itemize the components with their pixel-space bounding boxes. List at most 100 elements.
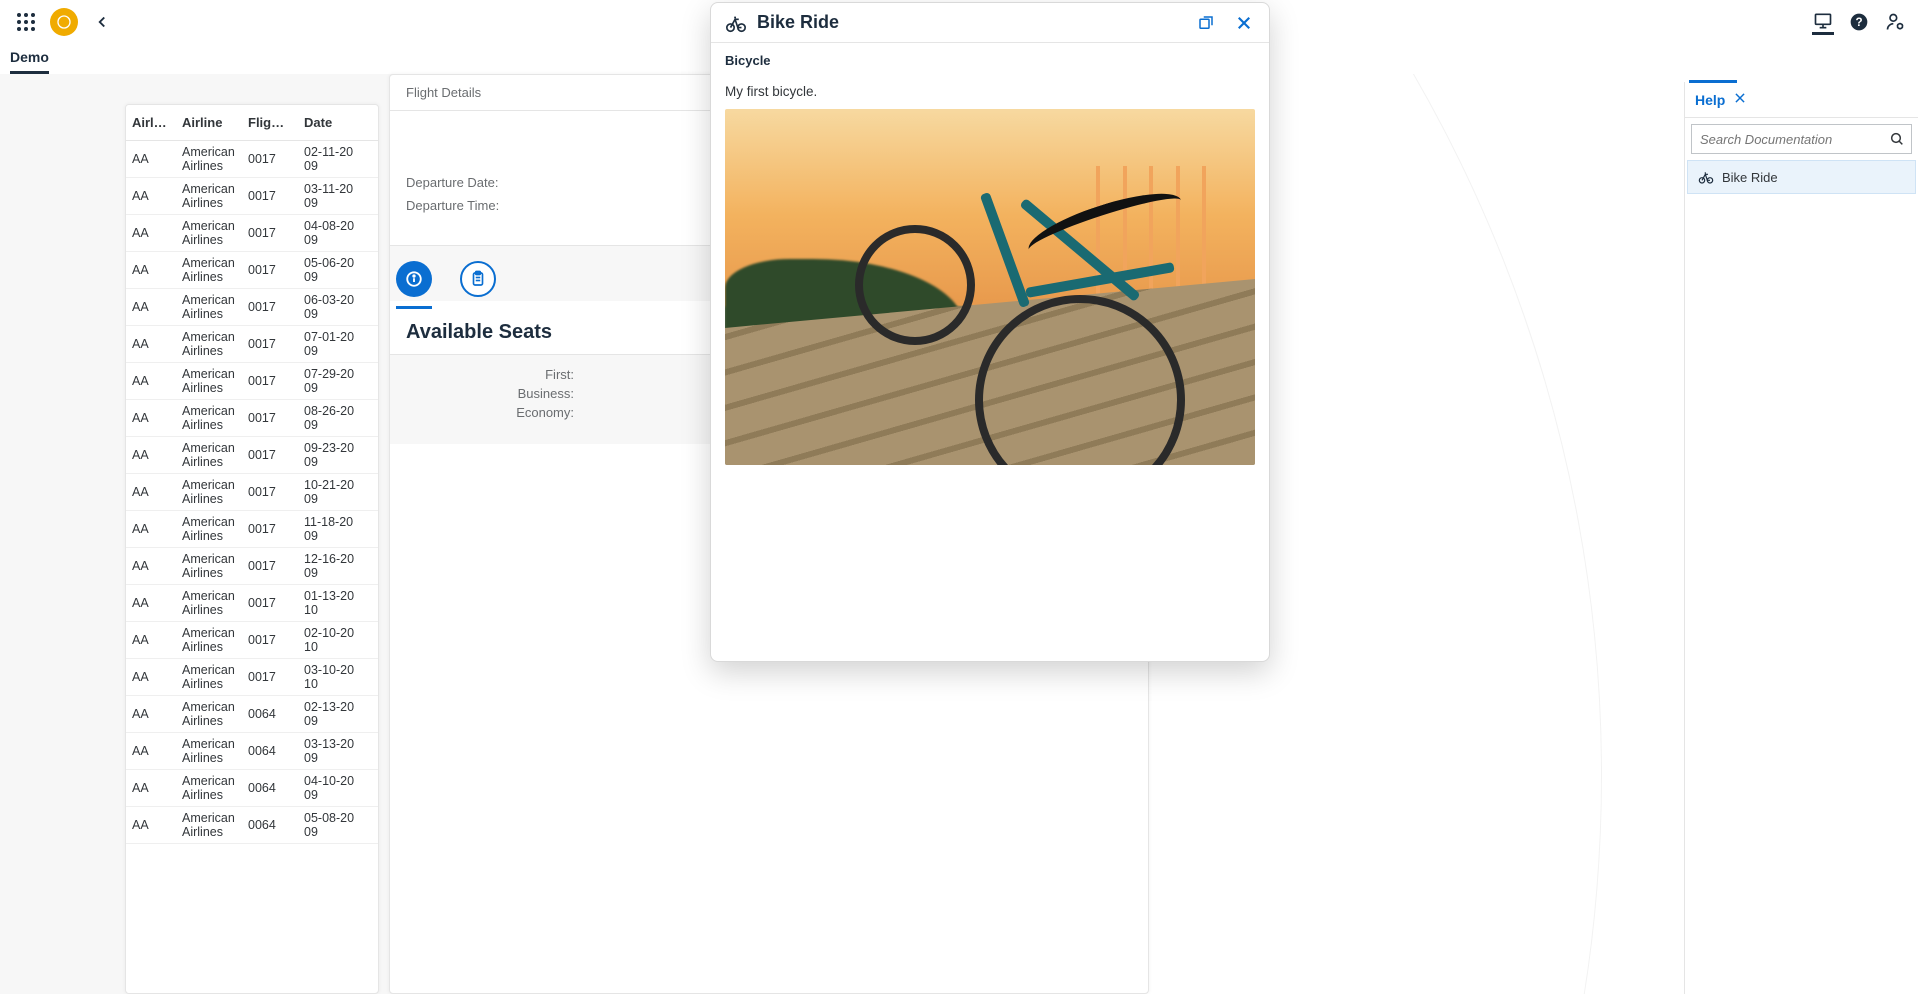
help-close-button[interactable] (1733, 91, 1747, 108)
table-cell: AA (126, 511, 176, 548)
help-search-input[interactable] (1700, 132, 1889, 147)
table-row[interactable]: AAAmerican Airlines001702-10-20 10 (126, 622, 378, 659)
help-result-label: Bike Ride (1722, 170, 1778, 185)
flights-table-card: Airline Airline Flight ... Date AAAmeric… (125, 104, 379, 994)
table-cell: AA (126, 474, 176, 511)
table-cell: 0017 (242, 178, 298, 215)
avatar[interactable] (50, 8, 78, 36)
close-icon (1733, 91, 1747, 105)
col-date[interactable]: Date (298, 105, 378, 141)
table-cell: AA (126, 141, 176, 178)
col-airline-code[interactable]: Airline (126, 105, 176, 141)
table-row[interactable]: AAAmerican Airlines001703-10-20 10 (126, 659, 378, 696)
col-airline-name[interactable]: Airline (176, 105, 242, 141)
table-row[interactable]: AAAmerican Airlines001712-16-20 09 (126, 548, 378, 585)
table-cell: AA (126, 215, 176, 252)
seat-first-label: First: (406, 367, 574, 382)
table-row[interactable]: AAAmerican Airlines001702-11-20 09 (126, 141, 378, 178)
table-cell: American Airlines (176, 770, 242, 807)
table-cell: 09-23-20 09 (298, 437, 378, 474)
table-row[interactable]: AAAmerican Airlines001704-08-20 09 (126, 215, 378, 252)
table-cell: AA (126, 326, 176, 363)
table-cell: 0017 (242, 289, 298, 326)
user-settings-button[interactable] (1884, 11, 1906, 33)
seat-business-label: Business: (406, 386, 574, 401)
table-cell: AA (126, 622, 176, 659)
table-cell: AA (126, 807, 176, 844)
table-cell: 07-29-20 09 (298, 363, 378, 400)
table-cell: American Airlines (176, 141, 242, 178)
table-cell: 0064 (242, 807, 298, 844)
table-cell: American Airlines (176, 252, 242, 289)
svg-text:?: ? (1855, 16, 1862, 29)
table-cell: American Airlines (176, 474, 242, 511)
user-gear-icon (1885, 12, 1905, 32)
table-cell: American Airlines (176, 511, 242, 548)
table-cell: American Airlines (176, 289, 242, 326)
bicycle-icon (725, 12, 747, 34)
table-cell: 0017 (242, 622, 298, 659)
table-row[interactable]: AAAmerican Airlines001705-06-20 09 (126, 252, 378, 289)
back-button[interactable] (88, 8, 116, 36)
table-row[interactable]: AAAmerican Airlines001709-23-20 09 (126, 437, 378, 474)
table-row[interactable]: AAAmerican Airlines001706-03-20 09 (126, 289, 378, 326)
table-cell: 0064 (242, 733, 298, 770)
help-popover: Bike Ride Bicycle My first bicycle. (710, 2, 1270, 662)
table-cell: AA (126, 437, 176, 474)
table-row[interactable]: AAAmerican Airlines001708-26-20 09 (126, 400, 378, 437)
flights-table: Airline Airline Flight ... Date AAAmeric… (126, 105, 378, 844)
table-row[interactable]: AAAmerican Airlines001703-11-20 09 (126, 178, 378, 215)
table-row[interactable]: AAAmerican Airlines006403-13-20 09 (126, 733, 378, 770)
table-cell: American Airlines (176, 548, 242, 585)
seat-economy-label: Economy: (406, 405, 574, 420)
help-result-bike-ride[interactable]: Bike Ride (1687, 160, 1916, 194)
table-row[interactable]: AAAmerican Airlines001711-18-20 09 (126, 511, 378, 548)
info-tab-button[interactable] (396, 261, 432, 297)
desktop-button[interactable] (1812, 9, 1834, 35)
table-row[interactable]: AAAmerican Airlines001710-21-20 09 (126, 474, 378, 511)
help-search[interactable] (1691, 124, 1912, 154)
table-row[interactable]: AAAmerican Airlines006402-13-20 09 (126, 696, 378, 733)
popover-open-new-button[interactable] (1195, 12, 1217, 34)
user-icon (56, 14, 72, 30)
help-header-button[interactable]: ? (1848, 11, 1870, 33)
popover-image (725, 109, 1255, 465)
table-cell: 04-10-20 09 (298, 770, 378, 807)
table-cell: 02-10-20 10 (298, 622, 378, 659)
help-tab[interactable]: Help (1695, 92, 1725, 108)
app-launcher-button[interactable] (12, 8, 40, 36)
table-cell: 03-11-20 09 (298, 178, 378, 215)
table-cell: American Airlines (176, 659, 242, 696)
table-cell: 04-08-20 09 (298, 215, 378, 252)
table-cell: 06-03-20 09 (298, 289, 378, 326)
table-row[interactable]: AAAmerican Airlines001707-01-20 09 (126, 326, 378, 363)
table-cell: 0017 (242, 511, 298, 548)
help-circle-icon: ? (1849, 12, 1869, 32)
table-row[interactable]: AAAmerican Airlines001707-29-20 09 (126, 363, 378, 400)
table-cell: AA (126, 696, 176, 733)
popover-subtitle: Bicycle (711, 43, 1269, 78)
table-cell: AA (126, 733, 176, 770)
table-cell: 0017 (242, 474, 298, 511)
table-cell: 02-11-20 09 (298, 141, 378, 178)
chevron-left-icon (93, 13, 111, 31)
clipboard-tab-button[interactable] (460, 261, 496, 297)
bicycle-icon (1698, 169, 1714, 185)
table-cell: AA (126, 770, 176, 807)
flights-table-scroll[interactable]: Airline Airline Flight ... Date AAAmeric… (126, 105, 378, 993)
table-cell: AA (126, 178, 176, 215)
table-cell: AA (126, 289, 176, 326)
col-flight-number[interactable]: Flight ... (242, 105, 298, 141)
table-cell: 0017 (242, 548, 298, 585)
table-cell: 0017 (242, 326, 298, 363)
table-row[interactable]: AAAmerican Airlines006405-08-20 09 (126, 807, 378, 844)
tab-demo[interactable]: Demo (10, 45, 49, 74)
popover-close-button[interactable] (1233, 12, 1255, 34)
table-cell: 11-18-20 09 (298, 511, 378, 548)
popover-body-text: My first bicycle. (725, 84, 1255, 99)
table-cell: 03-10-20 10 (298, 659, 378, 696)
table-cell: AA (126, 659, 176, 696)
table-cell: 02-13-20 09 (298, 696, 378, 733)
table-row[interactable]: AAAmerican Airlines006404-10-20 09 (126, 770, 378, 807)
table-row[interactable]: AAAmerican Airlines001701-13-20 10 (126, 585, 378, 622)
